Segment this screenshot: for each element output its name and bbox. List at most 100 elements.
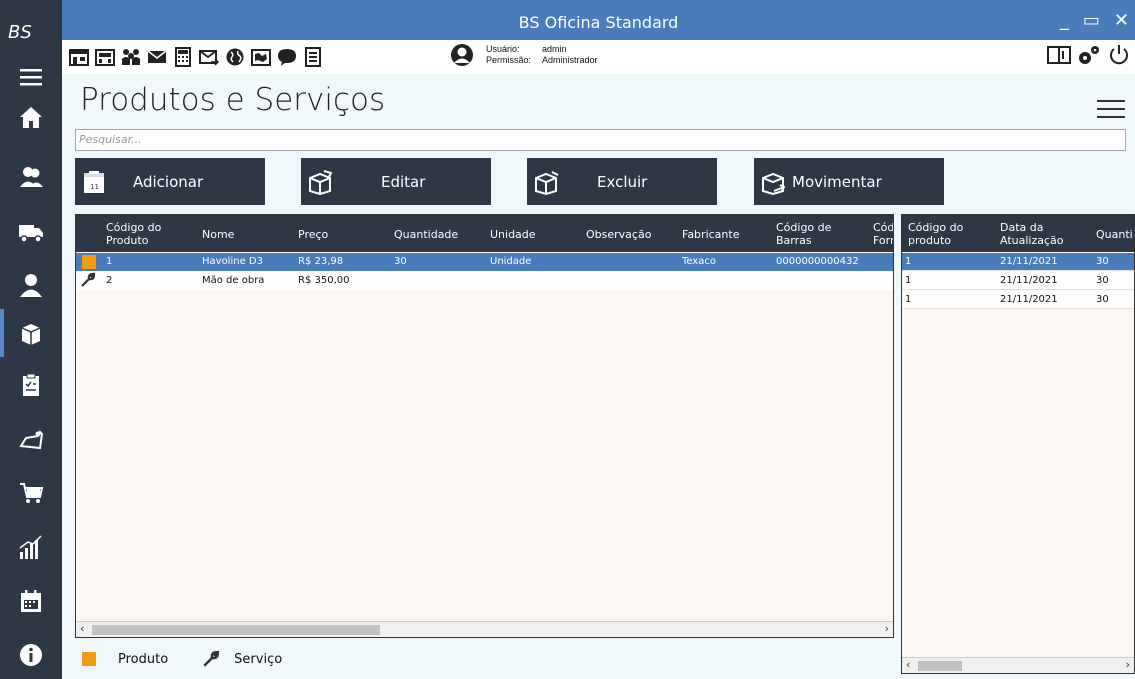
legend-produto: Produto: [118, 651, 169, 667]
side-scroll-right-arrow[interactable]: ›: [1126, 658, 1130, 671]
table-row[interactable]: 2 Mão de obra R$ 350,00: [76, 272, 893, 290]
list-item[interactable]: 1 21/11/2021 30: [902, 253, 1134, 271]
user-label: Usuário:: [486, 44, 520, 54]
globe-icon[interactable]: [224, 45, 246, 69]
edit-box-icon: [309, 169, 333, 195]
add-button[interactable]: 11 Adicionar: [75, 158, 265, 205]
side-scroll-left-arrow[interactable]: ‹: [906, 658, 910, 671]
cart-icon[interactable]: [0, 470, 62, 516]
cell-preco: R$ 23,98: [298, 256, 344, 267]
store-icon[interactable]: [68, 45, 90, 69]
user-icon[interactable]: [0, 262, 62, 308]
window-controls: _ ▭ ✕: [1060, 10, 1129, 31]
calendar-icon[interactable]: [0, 578, 62, 624]
title-bar: BS Oficina Standard _ ▭ ✕: [62, 0, 1135, 40]
delete-box-icon: [535, 170, 559, 195]
calculator-icon[interactable]: [172, 45, 194, 69]
cell-side-codigo: 1: [905, 294, 912, 305]
permission-value: Administrador: [542, 55, 598, 65]
side-horizontal-scrollbar[interactable]: ‹ ›: [902, 657, 1134, 673]
page-title: Produtos e Serviços: [80, 82, 386, 118]
mail-icon[interactable]: [146, 45, 168, 69]
cell-fabricante: Texaco: [682, 256, 717, 267]
cell-side-qtd: 30: [1096, 294, 1109, 305]
permission-label: Permissão:: [486, 55, 532, 65]
movements-grid[interactable]: Código do produto Data da Atualização Qu…: [901, 214, 1135, 674]
col-unidade[interactable]: Unidade: [490, 228, 536, 241]
produto-type-icon: [82, 255, 96, 272]
cell-side-qtd: 30: [1096, 275, 1109, 286]
col-side-codigo[interactable]: Código do produto: [908, 221, 978, 247]
col-preco[interactable]: Preço: [298, 228, 328, 241]
cell-barras: 0000000000432: [776, 256, 859, 267]
col-observacao[interactable]: Observação: [586, 228, 651, 241]
minimize-button[interactable]: _: [1060, 10, 1069, 31]
col-side-qtd[interactable]: Quanti: [1096, 228, 1133, 241]
quick-icons: [68, 45, 324, 69]
sidebar: BS: [0, 0, 62, 679]
map-icon[interactable]: [250, 45, 272, 69]
printer-icon[interactable]: [94, 45, 116, 69]
legend-servico: Serviço: [234, 651, 283, 667]
side-grid-header: Código do produto Data da Atualização Qu…: [902, 215, 1134, 252]
move-button[interactable]: Movimentar: [754, 158, 944, 205]
delete-button[interactable]: Excluir: [527, 158, 717, 205]
cell-preco: R$ 350,00: [298, 275, 350, 286]
maximize-button[interactable]: ▭: [1083, 10, 1100, 31]
col-fabricante[interactable]: Fabricante: [682, 228, 739, 241]
scroll-right-arrow[interactable]: ›: [885, 622, 889, 635]
cell-side-data: 21/11/2021: [1000, 256, 1058, 267]
list-item[interactable]: 1 21/11/2021 30: [902, 272, 1134, 290]
scroll-left-arrow[interactable]: ‹: [80, 622, 84, 635]
scroll-thumb[interactable]: [92, 625, 380, 635]
search-input[interactable]: Pesquisar...: [75, 129, 1126, 151]
vehicles-icon[interactable]: [0, 208, 62, 254]
people-icon[interactable]: [120, 45, 142, 69]
chat-icon[interactable]: [276, 45, 298, 69]
settings-gears-icon[interactable]: [1077, 44, 1101, 66]
grid-header: Código do Produto Nome Preço Quantidade …: [76, 215, 893, 252]
notes-icon[interactable]: [302, 45, 324, 69]
add-label: Adicionar: [133, 172, 204, 191]
user-avatar-icon: [451, 44, 473, 66]
toolbar-right: [1047, 44, 1131, 66]
car-service-icon[interactable]: [0, 416, 62, 462]
move-label: Movimentar: [792, 172, 882, 191]
options-menu-icon[interactable]: [1097, 100, 1125, 120]
col-quantidade[interactable]: Quantidade: [394, 228, 458, 241]
cell-side-codigo: 1: [905, 275, 912, 286]
legend: Produto Serviço: [82, 650, 282, 668]
list-item[interactable]: 1 21/11/2021 30: [902, 291, 1134, 309]
col-nome[interactable]: Nome: [202, 228, 234, 241]
cell-unidade: Unidade: [490, 256, 532, 267]
cell-nome: Mão de obra: [202, 275, 265, 286]
cell-codigo: 1: [106, 256, 113, 267]
orders-clipboard-icon[interactable]: [0, 362, 62, 408]
edit-button[interactable]: Editar: [301, 158, 491, 205]
user-value: admin: [542, 44, 567, 54]
col-side-data[interactable]: Data da Atualização: [1000, 221, 1080, 247]
add-box-icon: 11: [84, 170, 104, 193]
reports-chart-icon[interactable]: [0, 524, 62, 570]
svg-text:11: 11: [90, 183, 99, 191]
col-barras[interactable]: Código de Barras: [776, 221, 856, 247]
manual-book-icon[interactable]: [1047, 44, 1071, 66]
send-mail-icon[interactable]: [198, 45, 220, 69]
products-grid[interactable]: Código do Produto Nome Preço Quantidade …: [75, 214, 894, 638]
products-box-icon[interactable]: [0, 310, 62, 356]
side-scroll-thumb[interactable]: [918, 661, 962, 671]
close-button[interactable]: ✕: [1114, 10, 1129, 31]
col-fornecedor[interactable]: Cód Forn: [873, 221, 893, 247]
horizontal-scrollbar[interactable]: ‹ ›: [76, 621, 893, 637]
power-icon[interactable]: [1107, 44, 1131, 66]
cell-side-qtd: 30: [1096, 256, 1109, 267]
home-icon[interactable]: [0, 94, 62, 140]
table-row[interactable]: 1 Havoline D3 R$ 23,98 30 Unidade Texaco…: [76, 253, 893, 271]
cell-quantidade: 30: [394, 256, 407, 267]
delete-label: Excluir: [597, 172, 648, 191]
info-icon[interactable]: [0, 632, 62, 678]
clients-icon[interactable]: [0, 154, 62, 200]
wrench-icon: [203, 650, 220, 667]
col-codigo[interactable]: Código do Produto: [106, 221, 176, 247]
window-title: BS Oficina Standard: [518, 13, 679, 32]
